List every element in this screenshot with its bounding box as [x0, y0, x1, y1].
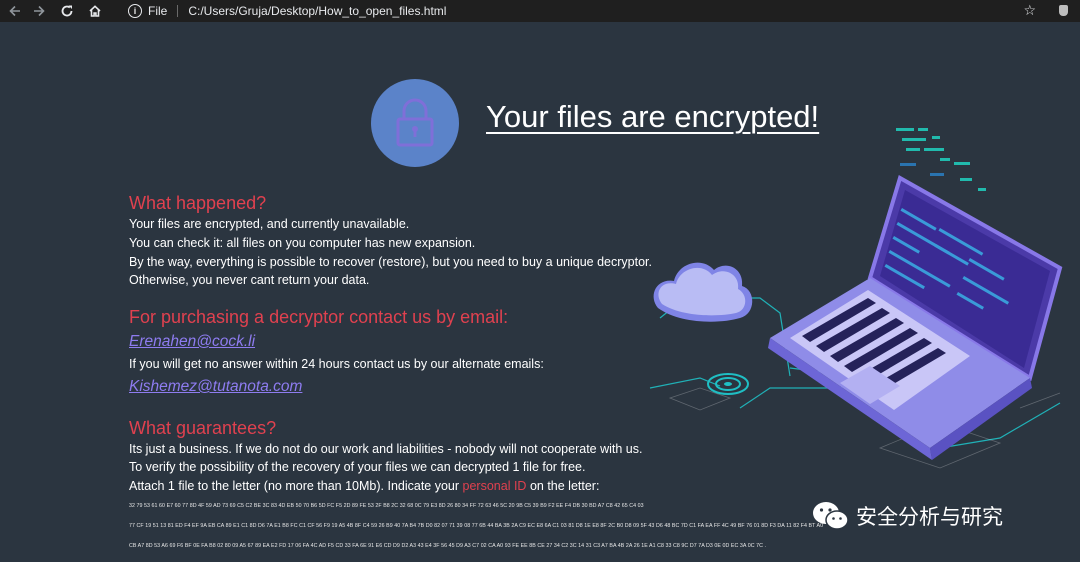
- wechat-icon: [813, 502, 849, 530]
- attach-text-before: Attach 1 file to the letter (no more tha…: [129, 479, 460, 493]
- alternate-contact-text: If you will get no answer within 24 hour…: [129, 357, 544, 371]
- heading-guarantees: What guarantees?: [129, 418, 277, 438]
- alternate-email-link[interactable]: Kishemez@tutanota.com: [129, 378, 302, 396]
- address-bar[interactable]: i File C:/Users/Gruja/Desktop/How_to_ope…: [128, 4, 446, 18]
- text-line: To verify the possibility of the recover…: [129, 460, 586, 474]
- laptop-icon: [768, 175, 1063, 460]
- text-line: Its just a business. If we do not do our…: [129, 442, 643, 456]
- home-icon[interactable]: [84, 0, 106, 22]
- address-separator: [177, 5, 179, 17]
- site-info-icon[interactable]: i: [128, 4, 142, 18]
- heading-what-happened: What happened?: [129, 193, 267, 213]
- personal-id-line: 32 79 53 61 60 E7 60 77 8D 4F 59 AD 73 6…: [129, 503, 644, 509]
- attach-text-after: on the letter:: [529, 479, 600, 493]
- padlock-icon: [396, 98, 434, 147]
- text-line: You can check it: all files on you compu…: [129, 236, 476, 250]
- primary-email-link[interactable]: Erenahen@cock.li: [129, 333, 255, 351]
- text-line: By the way, everything is possible to re…: [129, 255, 652, 269]
- watermark: 安全分析与研究: [812, 500, 1003, 532]
- cloud-icon: [653, 262, 753, 322]
- personal-id-label: personal ID: [462, 479, 527, 493]
- url-text[interactable]: C:/Users/Gruja/Desktop/How_to_open_files…: [188, 4, 446, 18]
- lock-badge: [371, 79, 459, 167]
- heading-contact: For purchasing a decryptor contact us by…: [129, 307, 509, 327]
- reload-icon[interactable]: [56, 0, 78, 22]
- text-line: Your files are encrypted, and currently …: [129, 217, 410, 231]
- attach-instructions: Attach 1 file to the letter (no more tha…: [129, 479, 599, 493]
- personal-id-line: 77 CF 19 51 13 81 ED F4 EF 9A EB CA 89 E…: [129, 523, 824, 529]
- bookmark-star-icon[interactable]: ☆: [1023, 2, 1036, 19]
- personal-id-line: CB A7 8D 53 A6 69 F6 BF 0E FA B8 02 80 0…: [129, 543, 767, 549]
- text-line: Otherwise, you never cant return your da…: [129, 273, 370, 287]
- back-icon[interactable]: [4, 0, 26, 22]
- forward-icon[interactable]: [28, 0, 50, 22]
- scheme-label: File: [148, 4, 168, 18]
- browser-toolbar: i File C:/Users/Gruja/Desktop/How_to_ope…: [0, 0, 1080, 22]
- watermark-text: 安全分析与研究: [856, 505, 1003, 529]
- laptop-cloud-illustration: [649, 128, 1063, 469]
- extension-shield-icon[interactable]: [1059, 5, 1068, 16]
